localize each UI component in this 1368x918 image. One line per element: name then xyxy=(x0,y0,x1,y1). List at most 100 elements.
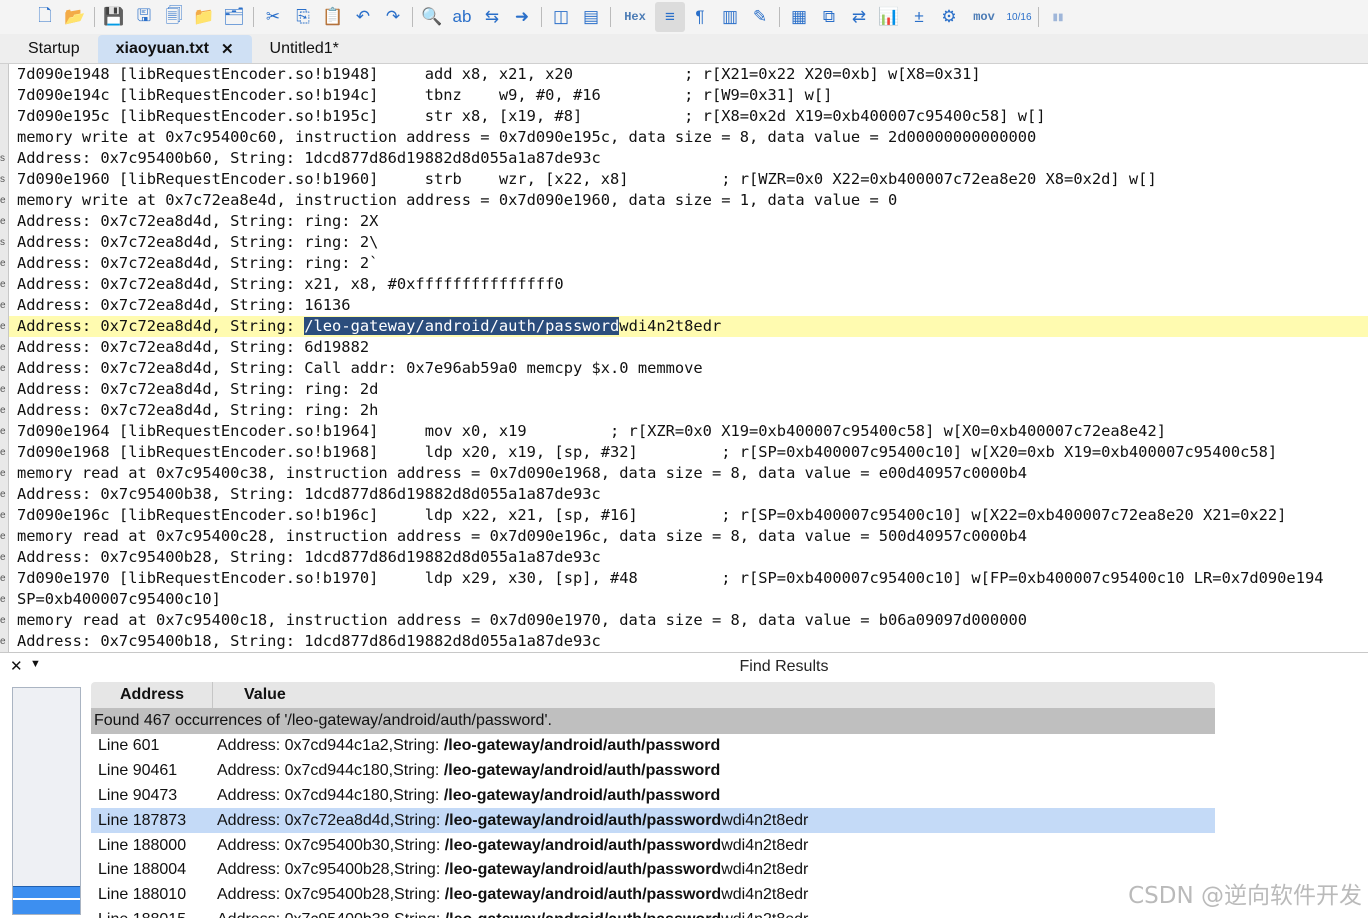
result-row[interactable]: Line 90473 Address: 0x7cd944c180,String: … xyxy=(91,784,1215,809)
results-overview-scrollbar[interactable] xyxy=(12,687,81,915)
toolbar-separator xyxy=(94,7,95,27)
result-row[interactable]: Line 187873 Address: 0x7c72ea8d4d,String:… xyxy=(91,808,1215,834)
overview-marker xyxy=(13,898,80,900)
save-as-icon[interactable]: 🖫 xyxy=(129,2,159,32)
result-row[interactable]: Line 188015Address: 0x7c95400b38,String:… xyxy=(91,908,1215,918)
gutter-mark: e xyxy=(0,531,6,542)
settings-icon[interactable]: ⚙ xyxy=(934,2,964,32)
chevron-down-icon[interactable]: ▼ xyxy=(30,658,41,670)
editor-line: Address: 0x7c72ea8d4d, String: ring: 2X xyxy=(17,212,379,230)
find-icon[interactable]: 🔍 xyxy=(417,2,447,32)
folder-icon[interactable]: 📁 xyxy=(189,2,219,32)
close-icon[interactable]: ✕ xyxy=(221,40,234,58)
editor-line: 7d090e1948 [libRequestEncoder.so!b1948] … xyxy=(17,65,981,83)
gutter-mark: e xyxy=(0,594,6,605)
format-icon[interactable]: ± xyxy=(904,2,934,32)
toolbar: 🗋 📂 💾 🖫 🗐 📁 🗂 ✂ ⎘ 📋 ↶ ↷ 🔍 ab ⇆ ➜ ◫ ▤ Hex ≡ ¶ ▥ ✎ ▦ ⧉ ⇄ 📊 ± ⚙ mov 10/16… xyxy=(0,0,1368,34)
tab-startup[interactable]: Startup xyxy=(10,35,98,63)
result-value: Address: 0x7cd944c180,String: /leo-gatew… xyxy=(217,762,721,780)
match-text: /leo-gateway/android/auth/password xyxy=(443,786,721,804)
tab-xiaoyuan-txt[interactable]: xiaoyuan.txt ✕ xyxy=(97,35,252,63)
result-value: Address: 0x7c95400b28,String: /leo-gatew… xyxy=(217,861,809,879)
match-text: /leo-gateway/android/auth/password xyxy=(443,762,721,780)
gutter-mark: s xyxy=(0,237,5,248)
hex-mode-button[interactable]: Hex xyxy=(615,2,655,32)
tab-label: xiaoyuan.txt xyxy=(115,40,209,57)
result-row[interactable]: Line 90461 Address: 0x7cd944c180,String: … xyxy=(91,759,1215,784)
toolbar-separator xyxy=(779,7,780,27)
goto-icon[interactable]: ➜ xyxy=(507,2,537,32)
gutter-mark: e xyxy=(0,468,6,479)
copy-icon[interactable]: ⎘ xyxy=(288,2,318,32)
gutter-mark: s xyxy=(0,174,5,185)
pause-icon[interactable]: ▮▮ xyxy=(1043,2,1073,32)
toolbar-separator xyxy=(412,7,413,27)
open-project-icon[interactable]: 🗂 xyxy=(219,2,249,32)
sync-icon[interactable]: ⇄ xyxy=(844,2,874,32)
compare-icon[interactable]: ⧉ xyxy=(814,2,844,32)
paste-icon[interactable]: 📋 xyxy=(318,2,348,32)
result-value: Address: 0x7c95400b38,String: /leo-gatew… xyxy=(217,911,808,918)
undo-icon[interactable]: ↶ xyxy=(348,2,378,32)
find-in-files-icon[interactable]: ⇆ xyxy=(477,2,507,32)
gutter-mark: e xyxy=(0,363,6,374)
result-value: Address: 0x7cd944c180,String: /leo-gatew… xyxy=(217,786,721,804)
gutter-mark: e xyxy=(0,321,6,332)
results-table: Address Value Found 467 occurrences of '… xyxy=(91,682,1215,918)
gutter-mark: e xyxy=(0,279,6,290)
toolbar-separator xyxy=(1038,7,1039,27)
editor-line: memory write at 0x7c72ea8e4d, instructio… xyxy=(17,191,898,209)
editor-line: Address: 0x7c72ea8d4d, String: Call addr… xyxy=(17,359,703,377)
column-mode-icon[interactable]: ▥ xyxy=(715,2,745,32)
overview-thumb[interactable] xyxy=(13,886,80,914)
toolbar-separator xyxy=(610,7,611,27)
result-line-number: Line 188015 xyxy=(91,911,217,918)
redo-icon[interactable]: ↷ xyxy=(378,2,408,32)
word-wrap-icon[interactable]: ≡ xyxy=(655,2,685,32)
save-icon[interactable]: 💾 xyxy=(99,2,129,32)
result-row[interactable]: Line 188004 Address: 0x7c95400b28,String:… xyxy=(91,858,1215,883)
gutter-mark: e xyxy=(0,216,6,227)
cut-icon[interactable]: ✂ xyxy=(258,2,288,32)
result-row[interactable]: Line 188010 Address: 0x7c95400b28,String:… xyxy=(91,883,1215,908)
editor-line: Address: 0x7c72ea8d4d, String: ring: 2\ xyxy=(17,233,379,251)
column-header-value[interactable]: Value xyxy=(213,686,286,704)
editor-line: memory read at 0x7c95400c38, instruction… xyxy=(17,464,1027,482)
save-all-icon[interactable]: 🗐 xyxy=(159,2,189,32)
replace-icon[interactable]: ab xyxy=(447,2,477,32)
result-value: Address: 0x7c72ea8d4d,String: /leo-gatew… xyxy=(217,811,809,829)
current-line: Address: 0x7c72ea8d4d, String: /leo-gate… xyxy=(9,316,1368,337)
result-line-number: Line 90461 xyxy=(98,762,178,780)
result-value: Address: 0x7cd944c1a2,String: /leo-gatew… xyxy=(217,737,721,755)
macro-icon[interactable]: ▤ xyxy=(576,2,606,32)
editor-line: Address: 0x7c95400b38, String: 1dcd877d8… xyxy=(17,485,601,503)
calculator-icon[interactable]: ▦ xyxy=(784,2,814,32)
tab-label: Startup xyxy=(28,40,80,57)
result-value: Address: 0x7c95400b28,String: /leo-gatew… xyxy=(217,886,809,904)
editor-line: memory read at 0x7c95400c18, instruction… xyxy=(17,611,1027,629)
gutter-mark: e xyxy=(0,447,6,458)
editor-line: Address: 0x7c72ea8d4d, String: 6d19882 xyxy=(17,338,370,356)
tab-untitled1[interactable]: Untitled1* xyxy=(252,35,357,63)
gutter-mark: e xyxy=(0,300,6,311)
editor-line: Address: 0x7c72ea8d4d, String: ring: 2` xyxy=(17,254,379,272)
result-line-number: Line 90473 xyxy=(98,786,178,804)
editor-line: Address: 0x7c95400b28, String: 1dcd877d8… xyxy=(17,548,601,566)
spell-check-icon[interactable]: ✎ xyxy=(745,2,775,32)
show-spaces-icon[interactable]: ¶ xyxy=(685,2,715,32)
chart-icon[interactable]: 📊 xyxy=(874,2,904,32)
toolbar-separator xyxy=(541,7,542,27)
result-value: Address: 0x7c95400b30,String: /leo-gatew… xyxy=(217,836,809,854)
base-convert-icon[interactable]: 10/16 xyxy=(1004,2,1034,32)
new-file-icon[interactable]: 🗋 xyxy=(30,2,60,32)
mov-button[interactable]: mov xyxy=(964,2,1004,32)
text-editor[interactable]: 7d090e1948 [libRequestEncoder.so!b1948] … xyxy=(9,64,1368,650)
result-row[interactable]: Line 188000 Address: 0x7c95400b30,String:… xyxy=(91,833,1215,858)
editor-line: Address: 0x7c95400b60, String: 1dcd877d8… xyxy=(17,149,601,167)
gutter-mark: s xyxy=(0,153,5,164)
bookmark-icon[interactable]: ◫ xyxy=(546,2,576,32)
column-header-address[interactable]: Address xyxy=(91,682,213,708)
close-icon[interactable]: ✕ xyxy=(10,657,23,675)
result-row[interactable]: Line 601 Address: 0x7cd944c1a2,String: /l… xyxy=(91,734,1215,759)
open-folder-icon[interactable]: 📂 xyxy=(60,2,90,32)
